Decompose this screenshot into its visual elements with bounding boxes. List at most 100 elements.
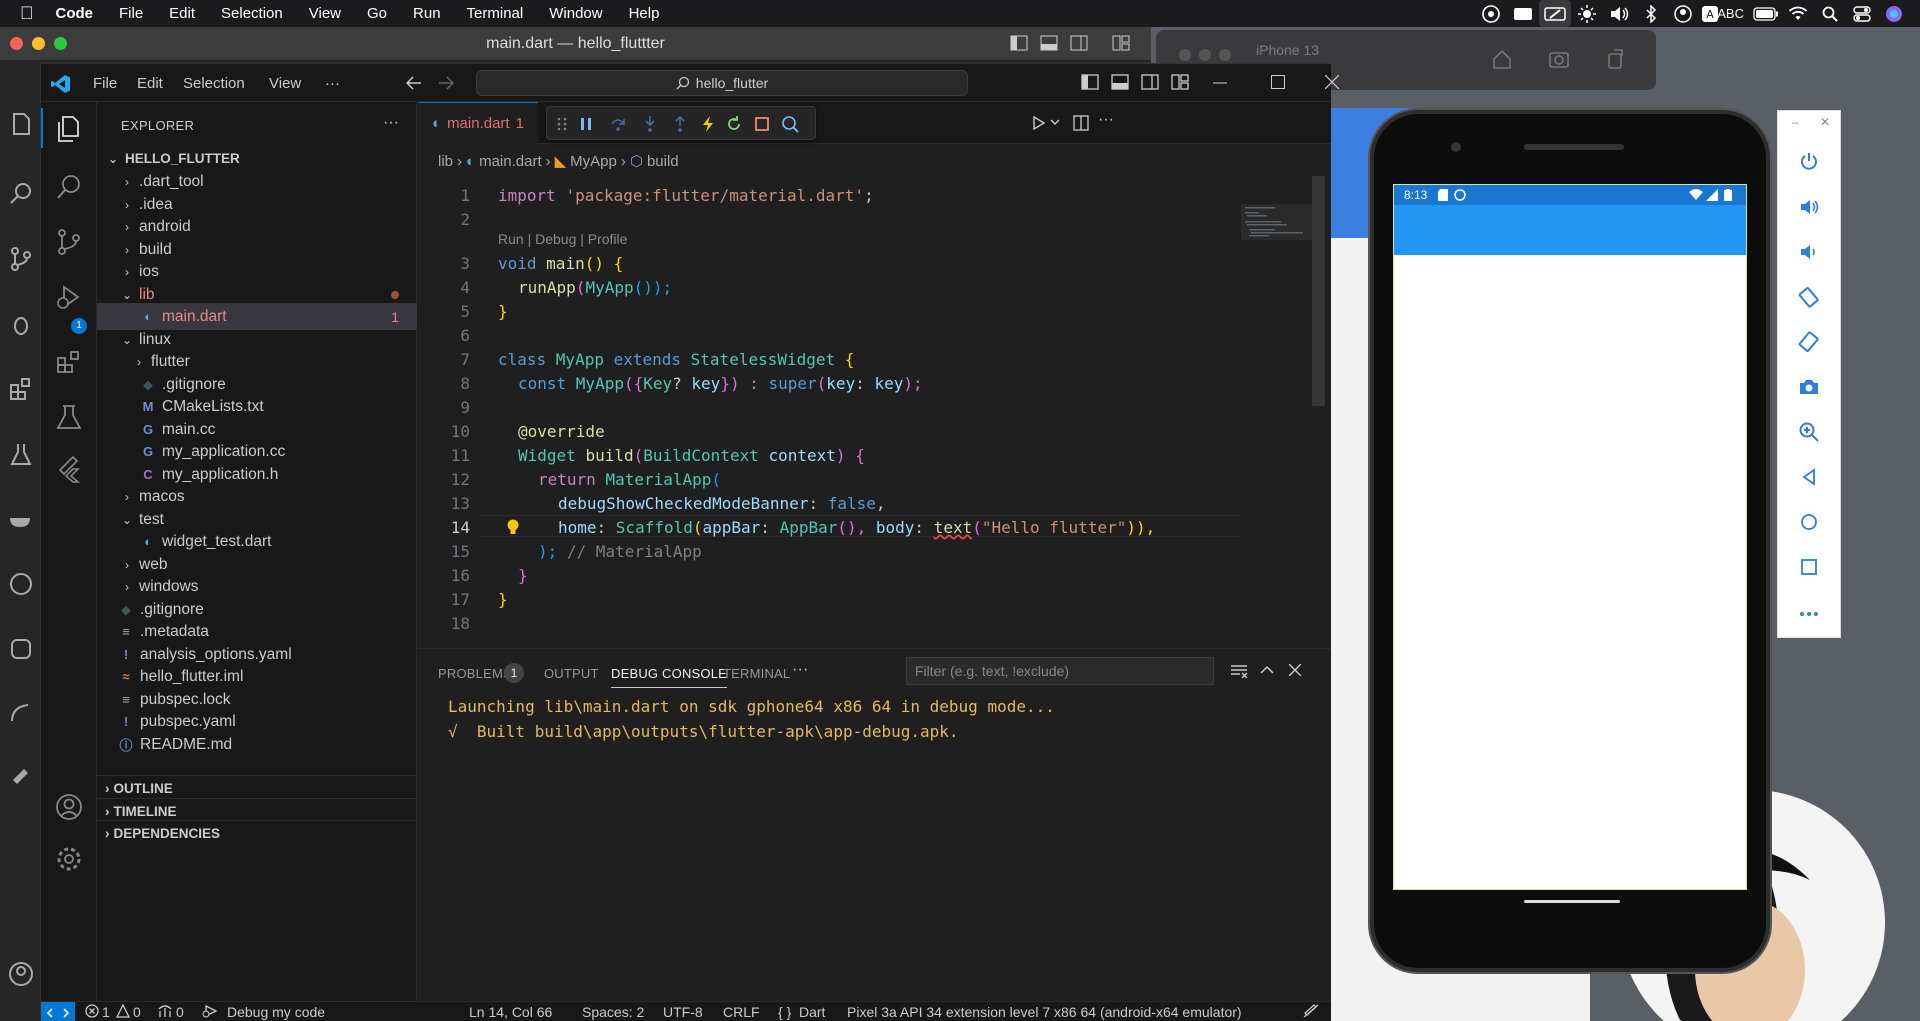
- menu-file[interactable]: File: [119, 5, 143, 22]
- breadcrumb-file[interactable]: main.dart: [479, 153, 542, 170]
- source-control-icon[interactable]: [54, 227, 84, 257]
- section-dependencies[interactable]: › DEPENDENCIES: [97, 820, 417, 846]
- volume-down-icon[interactable]: [1798, 241, 1820, 263]
- warning-icon[interactable]: [116, 1004, 130, 1018]
- siri-icon[interactable]: [1878, 0, 1910, 27]
- menu-run[interactable]: Run: [413, 5, 441, 22]
- github-icon[interactable]: [8, 571, 34, 597]
- menu-more[interactable]: ···: [325, 75, 340, 92]
- files-icon[interactable]: [8, 111, 34, 137]
- clear-console-icon[interactable]: [1230, 664, 1248, 678]
- code-editor[interactable]: 1 2 3 4 5 6 7 8 9 10 11 12 13 14 15 16 1…: [418, 176, 1331, 648]
- run-dropdown-chevron-icon[interactable]: [1050, 117, 1060, 127]
- rotate-left-icon[interactable]: [1798, 286, 1820, 308]
- app-screen[interactable]: 8:13: [1393, 184, 1747, 890]
- remote-icon[interactable]: [8, 701, 34, 727]
- testing-icon[interactable]: [54, 402, 84, 432]
- menu-window[interactable]: Window: [549, 5, 602, 22]
- warning-count[interactable]: 0: [133, 1004, 141, 1020]
- forward-arrow-icon[interactable]: [438, 76, 454, 90]
- pause-icon[interactable]: [577, 115, 595, 133]
- minimap[interactable]: [1241, 204, 1313, 240]
- menu-selection[interactable]: Selection: [183, 75, 245, 92]
- account-outer-icon[interactable]: [8, 961, 34, 987]
- back-icon[interactable]: [1798, 466, 1820, 488]
- debug-icon[interactable]: [8, 311, 34, 337]
- volume-up-icon[interactable]: [1798, 196, 1820, 218]
- indentation[interactable]: Spaces: 2: [582, 1004, 644, 1020]
- notifications-icon[interactable]: [1303, 1004, 1319, 1018]
- keyboard-icon[interactable]: [1507, 0, 1539, 27]
- account-icon[interactable]: [54, 792, 84, 822]
- minimize-icon[interactable]: [1213, 82, 1227, 84]
- drag-handle-icon[interactable]: [553, 115, 571, 133]
- apple-icon[interactable]: : [20, 3, 34, 24]
- toggle-sidebar-icon[interactable]: [1010, 35, 1028, 51]
- editor-scrollbar[interactable]: [1312, 176, 1325, 406]
- close-icon[interactable]: [1325, 75, 1339, 89]
- code-lens[interactable]: Run | Debug | Profile: [498, 231, 627, 247]
- toggle-panel-icon[interactable]: [1040, 35, 1058, 51]
- back-arrow-icon[interactable]: [406, 76, 422, 90]
- brightness-icon[interactable]: [1571, 0, 1603, 27]
- menu-view[interactable]: View: [309, 5, 341, 22]
- step-out-icon[interactable]: [671, 115, 689, 133]
- more-icon[interactable]: [1798, 603, 1820, 625]
- control-center-icon[interactable]: [1846, 0, 1878, 27]
- power-icon[interactable]: [1798, 151, 1820, 173]
- panel-more[interactable]: ···: [792, 661, 809, 679]
- edit-tray-icon[interactable]: [1539, 0, 1572, 27]
- emulator-minimize[interactable]: –: [1792, 115, 1799, 129]
- close-panel-icon[interactable]: [1289, 664, 1301, 676]
- stop-icon[interactable]: [753, 115, 771, 133]
- spotlight-icon[interactable]: [1814, 0, 1846, 27]
- flutter-outer-icon[interactable]: [8, 766, 34, 792]
- restart-icon[interactable]: [725, 115, 743, 133]
- breadcrumb-method[interactable]: build: [647, 153, 679, 170]
- device-selector[interactable]: Pixel 3a API 34 extension level 7 x86 64…: [847, 1004, 1242, 1020]
- maximize-icon[interactable]: [1271, 75, 1285, 89]
- toggle-secondary-sidebar-icon[interactable]: [1070, 35, 1088, 51]
- explorer-more-icon[interactable]: ···: [383, 114, 399, 132]
- bluetooth-icon[interactable]: [1635, 0, 1667, 27]
- error-count[interactable]: 1: [102, 1004, 110, 1020]
- menu-edit[interactable]: Edit: [137, 75, 163, 92]
- step-into-icon[interactable]: [641, 115, 659, 133]
- home-icon[interactable]: [1798, 511, 1820, 533]
- devtools-search-icon[interactable]: [781, 115, 799, 133]
- extensions-icon[interactable]: [8, 376, 34, 402]
- tray-app-icon[interactable]: [1475, 0, 1507, 27]
- encoding[interactable]: UTF-8: [663, 1004, 703, 1020]
- extensions-icon[interactable]: [54, 347, 84, 377]
- customize-layout-icon[interactable]: [1112, 35, 1130, 51]
- tab-output[interactable]: OUTPUT: [544, 666, 599, 681]
- overview-icon[interactable]: [1798, 556, 1820, 578]
- docker-icon[interactable]: [8, 506, 34, 532]
- sim-rotate-icon[interactable]: [1604, 48, 1626, 70]
- debug-config-label[interactable]: Debug my code: [227, 1004, 325, 1020]
- emulator-close-icon[interactable]: ✕: [1820, 115, 1830, 129]
- testing-icon[interactable]: [8, 441, 34, 467]
- gesture-home-bar[interactable]: [1524, 900, 1620, 903]
- tab-problems[interactable]: PROBLEMS: [438, 666, 512, 681]
- camera-icon[interactable]: [1798, 376, 1820, 398]
- ports-icon[interactable]: [157, 1004, 173, 1018]
- debug-status-icon[interactable]: [201, 1004, 219, 1018]
- remote-indicator-button[interactable]: [41, 1002, 75, 1021]
- ports-count[interactable]: 0: [176, 1004, 184, 1020]
- sim-home-icon[interactable]: [1491, 48, 1513, 70]
- battery-icon[interactable]: [1750, 0, 1782, 27]
- maximize-panel-chevron-icon[interactable]: [1260, 665, 1274, 675]
- rotate-right-icon[interactable]: [1798, 331, 1820, 353]
- search-icon[interactable]: [8, 181, 34, 207]
- command-center[interactable]: hello_flutter: [476, 70, 968, 96]
- search-icon[interactable]: [54, 172, 84, 202]
- editor-more-icon[interactable]: ···: [1098, 111, 1114, 129]
- tab-main-dart[interactable]: ◐ main.dart 1: [418, 102, 538, 144]
- tree-item-readme[interactable]: ⓘ README.md: [97, 731, 417, 758]
- step-over-icon[interactable]: [609, 115, 627, 133]
- zoom-icon[interactable]: [1798, 421, 1820, 443]
- tab-debug-console[interactable]: DEBUG CONSOLE: [611, 666, 728, 688]
- flutter-icon[interactable]: [54, 454, 84, 484]
- toggle-secondary-sidebar-icon[interactable]: [1141, 74, 1159, 90]
